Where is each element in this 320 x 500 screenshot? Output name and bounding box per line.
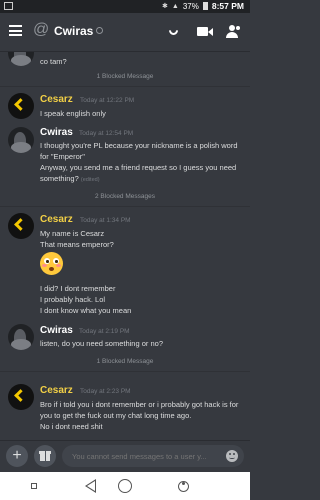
message-text: listen, do you need something or no? [40, 339, 163, 348]
timestamp: Today at 2:19 PM [79, 328, 130, 335]
timestamp: Today at 1:34 PM [80, 217, 131, 224]
avatar[interactable] [8, 52, 34, 66]
notification-icon [4, 2, 13, 10]
message-text: That means emperor? [40, 240, 114, 249]
message-text: I did? I dont remember [40, 284, 116, 293]
offline-status-icon [96, 27, 103, 34]
at-icon: @ [33, 21, 50, 38]
author-name[interactable]: Cesarz [40, 214, 73, 225]
battery-icon [202, 2, 208, 10]
timestamp: Today at 12:22 PM [80, 97, 135, 104]
message-input[interactable] [62, 445, 244, 467]
avatar[interactable] [8, 93, 34, 119]
page-title: Cwiras [54, 24, 94, 38]
recent-apps-icon[interactable] [31, 483, 37, 489]
system-nav-bar [0, 472, 250, 500]
message-text-part: something? [40, 174, 79, 183]
message-text: Bro if i told you i dont remember or i p… [40, 400, 239, 409]
emoji-icon[interactable] [226, 450, 238, 462]
message-text: you to get the fuck out my chat long tim… [40, 411, 192, 420]
message-list[interactable]: co tam? 1 Blocked Message Cesarz Today a… [0, 52, 250, 440]
divider [0, 206, 250, 207]
avatar[interactable] [8, 384, 34, 410]
flushed-emoji-icon [40, 252, 63, 275]
call-icon[interactable] [166, 23, 182, 39]
message-text: My name is Cesarz [40, 229, 105, 238]
message-text: I thought you're PL because your nicknam… [40, 141, 238, 150]
message-text: something? (edited) [40, 174, 100, 183]
back-icon[interactable] [85, 479, 96, 493]
message-text: I probably hack. Lol [40, 295, 106, 304]
message-text: co tam? [40, 57, 67, 66]
assistant-icon[interactable] [178, 481, 189, 492]
author-name[interactable]: Cesarz [40, 94, 73, 105]
signal-icon: ▲ [171, 2, 179, 10]
home-icon[interactable] [118, 479, 132, 493]
edited-label: (edited) [80, 177, 100, 183]
avatar[interactable] [8, 213, 34, 239]
message-text: I speak english only [40, 109, 106, 118]
hamburger-icon[interactable] [9, 25, 22, 36]
message-text: No i dont need shit [40, 422, 103, 431]
clock: 8:57 PM [211, 1, 244, 11]
avatar[interactable] [8, 324, 34, 350]
message-composer: + [0, 440, 250, 473]
plus-icon[interactable]: + [6, 445, 28, 467]
video-icon[interactable] [197, 23, 213, 39]
divider [0, 371, 250, 372]
divider [0, 86, 250, 87]
timestamp: Today at 2:23 PM [80, 388, 131, 395]
channel-header: @ Cwiras [0, 13, 250, 52]
members-icon[interactable] [226, 23, 242, 39]
author-name[interactable]: Cwiras [40, 127, 73, 138]
avatar[interactable] [8, 127, 34, 153]
bluetooth-icon: ✱ [162, 3, 168, 10]
blocked-message-notice[interactable]: 2 Blocked Messages [0, 193, 250, 200]
message-text: for "Emperor" [40, 152, 85, 161]
battery-percent: 37% [182, 1, 199, 11]
status-bar: ✱ ▲ 37% 8:57 PM [0, 0, 250, 13]
author-name[interactable]: Cesarz [40, 385, 73, 396]
gift-icon[interactable] [34, 445, 56, 467]
message-text: I dont know what you mean [40, 306, 132, 315]
blocked-message-notice[interactable]: 1 Blocked Message [0, 73, 250, 80]
author-name[interactable]: Cwiras [40, 325, 73, 336]
blocked-message-notice[interactable]: 1 Blocked Message [0, 358, 250, 365]
message-text: Anyway, you send me a friend request so … [40, 163, 237, 172]
timestamp: Today at 12:54 PM [79, 130, 134, 137]
